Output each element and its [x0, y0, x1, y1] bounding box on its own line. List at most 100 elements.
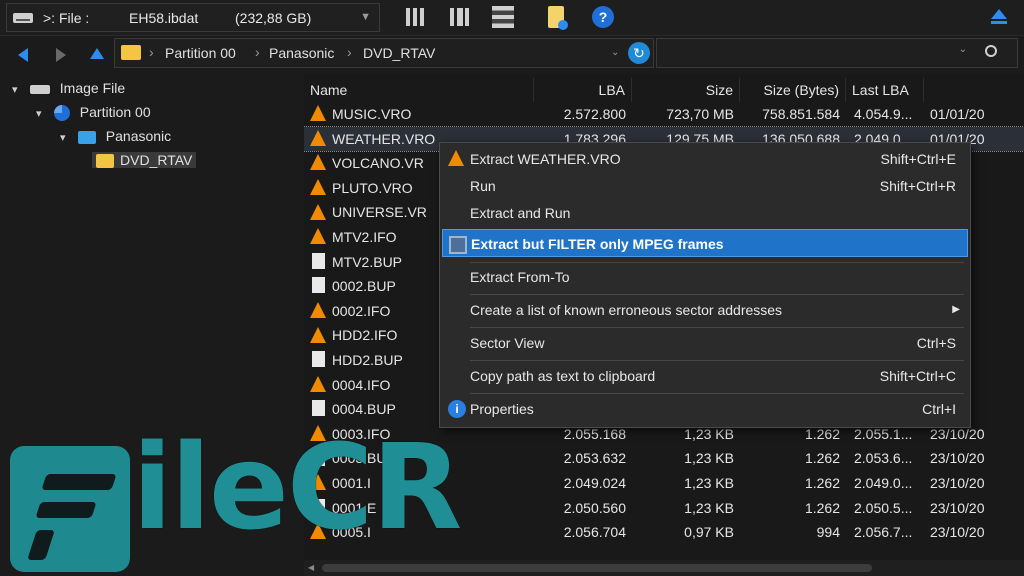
breadcrumb-partition[interactable]: Partition 00 [165, 45, 236, 61]
vlc-cone-icon [310, 302, 326, 319]
chevron-down-icon[interactable]: ▾ [12, 78, 26, 102]
cell-lba: 2.572.800 [563, 106, 626, 122]
file-icon [312, 277, 325, 294]
file-name: 0002.IFO [332, 302, 391, 319]
chevron-right-icon: › [347, 44, 352, 60]
file-name-cell: MUSIC.VRO [310, 102, 534, 126]
view-details-icon[interactable] [492, 6, 514, 28]
search-input[interactable]: ⌄ [656, 38, 1018, 68]
file-name: MTV2.IFO [332, 229, 397, 245]
vlc-cone-icon [310, 203, 326, 220]
film-icon [449, 236, 467, 254]
menu-item-error-sector-list[interactable]: Create a list of known erroneous sector … [442, 296, 968, 324]
breadcrumb-panasonic[interactable]: Panasonic [269, 45, 334, 61]
tree-item-label: Image File [59, 80, 126, 96]
cell-lba: 2.050.560 [563, 499, 626, 516]
menu-item-extract-from-to[interactable]: Extract From-To [442, 263, 968, 291]
cell-bytes: 758.851.584 [762, 106, 840, 122]
cell-size: 1,23 KB [684, 499, 734, 516]
cell-last: 2.050.5... [854, 499, 913, 516]
column-header-lba[interactable]: LBA [534, 78, 632, 102]
forward-icon[interactable] [56, 48, 66, 62]
menu-item-extract-and-run[interactable]: Extract and Run [442, 199, 968, 227]
tree-item-label: Partition 00 [79, 104, 151, 120]
menu-item-sector-view[interactable]: Sector View Ctrl+S [442, 329, 968, 357]
cell-bytes: 994 [816, 524, 840, 541]
chevron-down-icon[interactable]: ⌄ [959, 44, 967, 55]
menu-item-run[interactable]: Run Shift+Ctrl+R [442, 172, 968, 200]
view-columns-icon[interactable] [448, 6, 470, 28]
chevron-right-icon: › [255, 44, 260, 60]
up-icon[interactable] [90, 48, 104, 59]
chevron-down-icon: ▼ [360, 11, 371, 23]
toolbar: >: File : EH58.ibdat (232,88 GB) ▼ ? [0, 0, 1024, 36]
back-icon[interactable] [18, 48, 28, 62]
menu-separator [470, 327, 964, 328]
vlc-cone-icon [310, 228, 326, 245]
chevron-down-icon[interactable]: ▾ [60, 126, 74, 150]
cell-date: 01/01/20 [930, 106, 985, 122]
cell-last: 2.056.7... [854, 524, 913, 541]
cell-size: 0,97 KB [684, 524, 734, 541]
list-header: Name LBA Size Size (Bytes) Last LBA [304, 78, 1024, 102]
cell-date: 23/10/20 [930, 499, 985, 516]
cell-size: 723,70 MB [666, 106, 734, 122]
vlc-cone-icon [310, 179, 326, 196]
menu-item-properties[interactable]: i Properties Ctrl+I [442, 395, 968, 423]
cell-last: 2.053.6... [854, 450, 913, 467]
cell-bytes: 1.262 [804, 499, 840, 516]
view-list-icon[interactable] [404, 6, 426, 28]
tree-item-label: DVD_RTAV [120, 152, 193, 168]
menu-item-copy-path[interactable]: Copy path as text to clipboard Shift+Ctr… [442, 362, 968, 390]
folder-icon [96, 154, 114, 169]
chevron-down-icon[interactable]: ⌄ [611, 47, 619, 58]
file-name: WEATHER.VRO [332, 130, 436, 147]
vlc-cone-icon [310, 129, 326, 146]
file-name: MTV2.BUP [332, 253, 403, 270]
file-name: 0004.IFO [332, 376, 391, 393]
scrollbar-thumb[interactable] [322, 564, 872, 572]
column-header-name[interactable]: Name [304, 78, 534, 102]
file-name: UNIVERSE.VR [332, 204, 427, 221]
breadcrumb[interactable]: › Partition 00 › Panasonic › DVD_RTAV ⌄ [114, 38, 654, 68]
tree-item-panasonic[interactable]: ▾ Panasonic [60, 124, 171, 148]
drive-label: >: File : [43, 10, 90, 26]
horizontal-scrollbar[interactable]: ◀ [304, 560, 1024, 576]
chevron-down-icon[interactable]: ▾ [36, 102, 50, 126]
notes-icon[interactable] [548, 6, 568, 30]
cell-bytes: 1.262 [804, 475, 840, 491]
watermark-logo [10, 446, 130, 572]
drive-size: (232,88 GB) [235, 10, 312, 26]
drive-name: EH58.ibdat [129, 10, 199, 26]
menu-item-extract[interactable]: Extract WEATHER.VRO Shift+Ctrl+E [442, 145, 968, 173]
vlc-cone-icon [448, 150, 464, 166]
chevron-right-icon: › [149, 44, 154, 60]
menu-item-extract-filter-mpeg[interactable]: Extract but FILTER only MPEG frames [442, 229, 968, 257]
cell-date: 23/10/20 [930, 524, 985, 541]
eject-icon[interactable] [988, 6, 1010, 28]
cell-last: 2.049.0... [854, 475, 913, 491]
cell-lba: 2.049.024 [563, 475, 626, 491]
tree-item-partition[interactable]: ▾ Partition 00 [36, 100, 151, 124]
column-header-size-bytes[interactable]: Size (Bytes) [740, 78, 846, 102]
drive-select[interactable]: >: File : EH58.ibdat (232,88 GB) ▼ [6, 3, 380, 32]
column-header-last-lba[interactable]: Last LBA [846, 78, 924, 102]
tree-item-image-file[interactable]: ▾ Image File [12, 76, 125, 100]
partition-icon [53, 105, 70, 122]
table-row[interactable]: MUSIC.VRO 2.572.800 723,70 MB 758.851.584 4.… [304, 102, 1024, 127]
file-icon [312, 252, 325, 269]
file-icon [312, 351, 325, 368]
column-header-date[interactable] [924, 78, 1024, 102]
column-header-size[interactable]: Size [632, 78, 740, 102]
breadcrumb-dvd-rtav[interactable]: DVD_RTAV [363, 45, 435, 61]
search-icon[interactable] [985, 45, 997, 57]
file-name: 0004.BUP [332, 401, 396, 418]
help-icon[interactable]: ? [592, 6, 614, 28]
refresh-icon[interactable]: ↻ [628, 42, 650, 64]
file-name: HDD2.BUP [332, 352, 403, 368]
info-icon: i [448, 400, 466, 418]
tree-item-dvd-rtav[interactable]: DVD_RTAV [92, 148, 197, 172]
file-icon [312, 400, 325, 417]
scroll-left-icon[interactable]: ◀ [308, 563, 314, 572]
file-name: VOLCANO.VR [332, 155, 424, 172]
